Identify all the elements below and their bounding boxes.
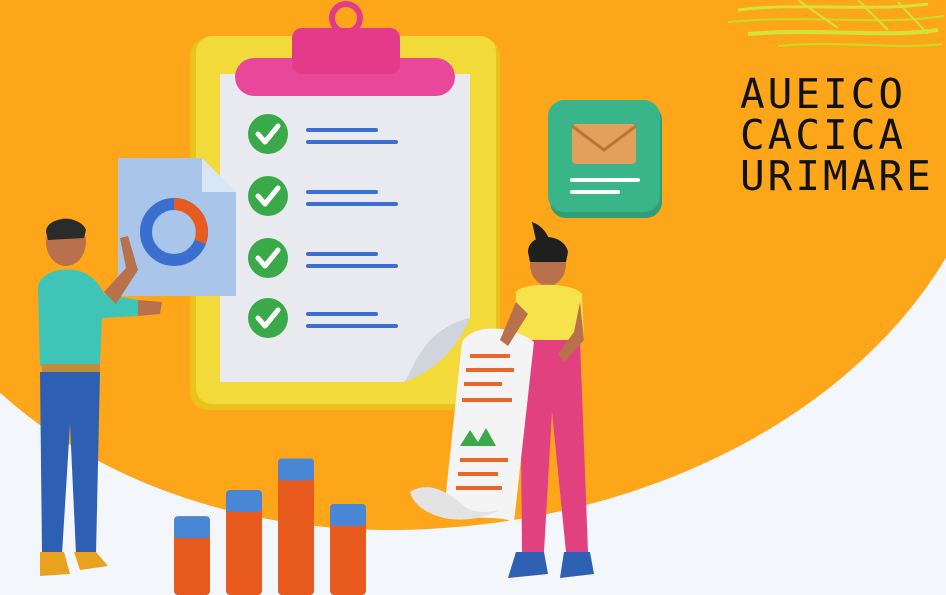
bar — [330, 504, 366, 595]
bar — [174, 516, 210, 595]
checklist-row — [248, 238, 398, 278]
man-figure — [38, 218, 162, 576]
mail-icon — [548, 100, 662, 218]
hero-illustration: AUEICO CACICA URIMARE — [0, 0, 946, 595]
checklist-row — [248, 114, 398, 154]
checklist — [248, 114, 398, 338]
brand-logo: AUEICO CACICA URIMARE — [718, 0, 946, 230]
logo-wordmark: AUEICO CACICA URIMARE — [740, 70, 934, 200]
checklist-row — [248, 298, 398, 338]
bar-chart-illustration — [174, 458, 366, 595]
bar — [226, 490, 262, 595]
logo-brush-strokes — [727, 0, 945, 47]
woman-figure — [410, 222, 594, 578]
bar — [278, 458, 314, 595]
checklist-row — [248, 176, 398, 216]
